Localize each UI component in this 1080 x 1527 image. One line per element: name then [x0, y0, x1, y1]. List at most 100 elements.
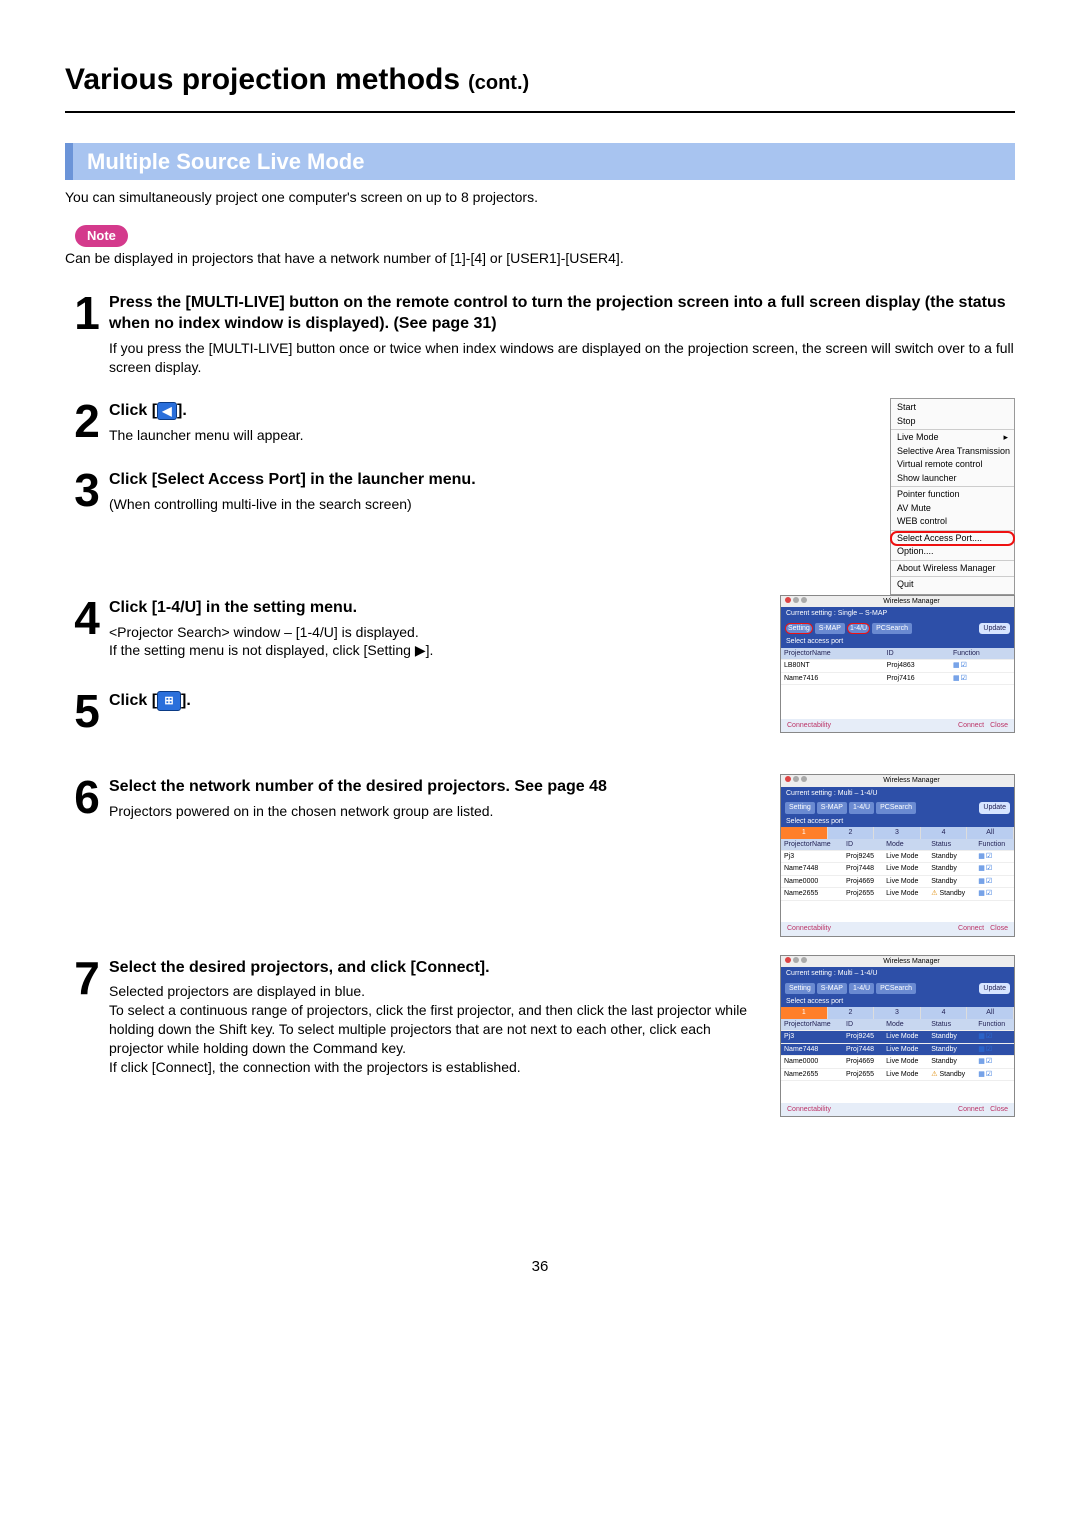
menu-item-pointer[interactable]: Pointer function — [891, 488, 1014, 502]
table-row[interactable]: Name7416Proj7416 — [781, 672, 1014, 684]
tab-smap[interactable]: S-MAP — [817, 983, 847, 994]
text-pre: Click [ — [109, 692, 157, 709]
window-title: Wireless Manager — [813, 597, 1010, 606]
tab-pcsearch[interactable]: PCSearch — [876, 802, 916, 813]
function-icon — [978, 1070, 993, 1079]
num-3[interactable]: 3 — [874, 827, 921, 838]
page-title-cont: (cont.) — [468, 70, 529, 97]
step-number: 6 — [65, 774, 109, 820]
section-header: Multiple Source Live Mode — [65, 143, 1015, 181]
menu-item-start[interactable]: Start — [891, 401, 1014, 415]
close-button[interactable]: Close — [990, 924, 1008, 933]
num-4[interactable]: 4 — [921, 1007, 968, 1018]
step-detail: To select a continuous range of projecto… — [109, 1001, 760, 1058]
close-button[interactable]: Close — [990, 1105, 1008, 1114]
menu-item-option[interactable]: Option.... — [891, 545, 1014, 559]
step-detail: <Projector Search> window – [1-4/U] is d… — [109, 623, 760, 642]
table-row-selected[interactable]: Name7448Proj7448Live ModeStandby — [781, 1043, 1014, 1055]
num-all[interactable]: All — [967, 827, 1014, 838]
menu-separator — [891, 576, 1014, 577]
footer-connectability: Connectability — [787, 1105, 831, 1114]
step-number: 7 — [65, 955, 109, 1001]
step-detail: If the setting menu is not displayed, cl… — [109, 641, 760, 660]
menu-item-av-mute[interactable]: AV Mute — [891, 502, 1014, 516]
tab-smap[interactable]: S-MAP — [815, 623, 845, 634]
table-row[interactable]: LB80NTProj4863 — [781, 660, 1014, 672]
close-button[interactable]: Close — [990, 721, 1008, 730]
tab-setting[interactable]: Setting — [785, 623, 813, 634]
step-detail: The launcher menu will appear. — [109, 426, 870, 445]
table-row[interactable]: Name7448Proj7448Live ModeStandby — [781, 863, 1014, 875]
menu-item-quit[interactable]: Quit — [891, 578, 1014, 592]
menu-item-about[interactable]: About Wireless Manager — [891, 562, 1014, 576]
num-1[interactable]: 1 — [781, 827, 828, 838]
update-button[interactable]: Update — [979, 802, 1010, 813]
step-5: 5 Click []. — [65, 688, 760, 734]
window-controls-icon[interactable] — [785, 597, 809, 606]
tab-1-4-u[interactable]: 1-4/U — [849, 983, 874, 994]
step-detail: If you press the [MULTI-LIVE] button onc… — [109, 339, 1015, 377]
window-controls-icon[interactable] — [785, 776, 809, 785]
tab-1-4-u[interactable]: 1-4/U — [847, 623, 870, 634]
menu-item-live-mode[interactable]: Live Mode — [891, 431, 1014, 445]
window-titlebar: Wireless Manager — [781, 956, 1014, 967]
update-button[interactable]: Update — [979, 983, 1010, 994]
num-2[interactable]: 2 — [828, 827, 875, 838]
menu-item-select-access-port[interactable]: Select Access Port.... — [891, 532, 1014, 546]
update-button[interactable]: Update — [979, 623, 1010, 634]
tab-setting[interactable]: Setting — [785, 983, 815, 994]
warning-icon — [931, 890, 939, 897]
table-row-selected[interactable]: Pj3Proj9245Live ModeStandby — [781, 1031, 1014, 1043]
tab-smap[interactable]: S-MAP — [817, 802, 847, 813]
function-icon — [978, 864, 993, 873]
menu-item-stop[interactable]: Stop — [891, 415, 1014, 429]
table-row[interactable]: Pj3Proj9245Live ModeStandby — [781, 850, 1014, 862]
step-detail: If click [Connect], the connection with … — [109, 1058, 760, 1077]
connect-button[interactable]: Connect — [958, 721, 984, 730]
tab-pcsearch[interactable]: PCSearch — [876, 983, 916, 994]
table-row[interactable]: Name2655Proj2655Live ModeStandby — [781, 888, 1014, 900]
num-3[interactable]: 3 — [874, 1007, 921, 1018]
table-row[interactable]: Name0000Proj4669Live ModeStandby — [781, 1056, 1014, 1068]
connect-button[interactable]: Connect — [958, 1105, 984, 1114]
menu-item-web-control[interactable]: WEB control — [891, 515, 1014, 529]
wireless-manager-window-3: Wireless Manager Current setting : Multi… — [780, 955, 1015, 1117]
text-pre: Click [ — [109, 402, 157, 419]
menu-item-selective-area[interactable]: Selective Area Transmission — [891, 445, 1014, 459]
step-2: 2 Click []. The launcher menu will appea… — [65, 398, 870, 444]
num-all[interactable]: All — [967, 1007, 1014, 1018]
step-heading: Click [1-4/U] in the setting menu. — [109, 597, 760, 619]
tab-pcsearch[interactable]: PCSearch — [872, 623, 912, 634]
step-detail: (When controlling multi-live in the sear… — [109, 495, 870, 514]
connect-button[interactable]: Connect — [958, 924, 984, 933]
col-id: ID — [884, 648, 950, 660]
note-text: Can be displayed in projectors that have… — [65, 249, 1015, 268]
wm-tabs: Setting S-MAP 1-4/U PCSearch Update — [781, 981, 1014, 996]
function-icon — [978, 889, 993, 898]
table-row[interactable]: Name2655Proj2655Live ModeStandby — [781, 1068, 1014, 1080]
step-detail: Projectors powered on in the chosen netw… — [109, 802, 760, 821]
num-1[interactable]: 1 — [781, 1007, 828, 1018]
current-setting: Current setting : Multi – 1-4/U — [781, 787, 1014, 800]
step-7: 7 Select the desired projectors, and cli… — [65, 955, 760, 1077]
num-2[interactable]: 2 — [828, 1007, 875, 1018]
tab-1-4-u[interactable]: 1-4/U — [849, 802, 874, 813]
step-number: 1 — [65, 290, 109, 336]
col-name: ProjectorName — [781, 648, 884, 660]
menu-separator — [891, 560, 1014, 561]
wireless-manager-window-1: Wireless Manager Current setting : Singl… — [780, 595, 1015, 733]
window-footer: Connectability Connect Close — [781, 1103, 1014, 1116]
tab-setting[interactable]: Setting — [785, 802, 815, 813]
step-number: 4 — [65, 595, 109, 641]
step-4: 4 Click [1-4/U] in the setting menu. <Pr… — [65, 595, 760, 660]
arrow-icon — [157, 402, 177, 420]
multi-icon — [157, 691, 181, 711]
note-badge: Note — [75, 225, 128, 247]
footer-connectability: Connectability — [787, 924, 831, 933]
num-4[interactable]: 4 — [921, 827, 968, 838]
menu-separator — [891, 429, 1014, 430]
menu-item-virtual-remote[interactable]: Virtual remote control — [891, 458, 1014, 472]
menu-item-show-launcher[interactable]: Show launcher — [891, 472, 1014, 486]
table-row[interactable]: Name0000Proj4669Live ModeStandby — [781, 875, 1014, 887]
window-controls-icon[interactable] — [785, 957, 809, 966]
